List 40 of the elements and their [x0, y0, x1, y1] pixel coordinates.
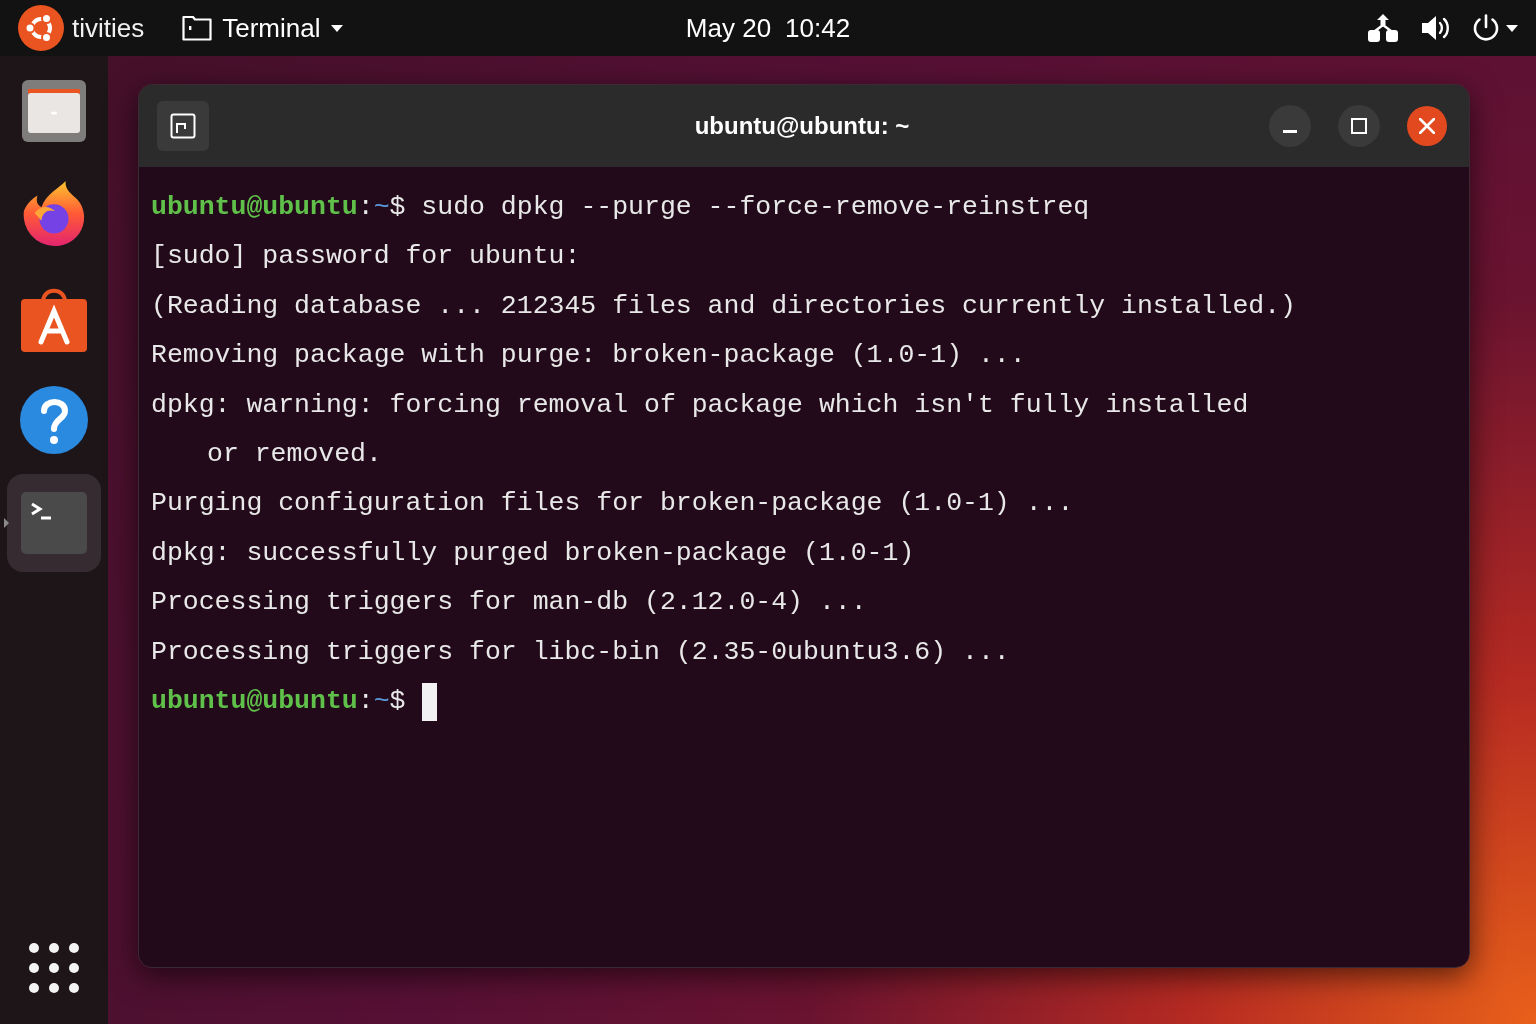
folder-outline-icon — [182, 15, 213, 41]
close-button[interactable] — [1407, 106, 1447, 146]
system-menu-button[interactable] — [1472, 14, 1518, 42]
prompt-text: ubuntu@ubuntu:~$ — [151, 685, 406, 719]
output-line: Processing triggers for man-db (2.12.0-4) ... — [151, 586, 867, 620]
running-indicator-icon — [4, 518, 9, 528]
output-line: (Reading database ... 212345 files and directories currently installed.) — [151, 289, 1296, 323]
terminal-icon — [21, 492, 87, 554]
output-line: dpkg: successfully purged broken-package (1.0-1) — [151, 536, 915, 570]
square-corner-icon — [170, 113, 196, 139]
output-line: Purging configuration files for broken-package (1.0-1) ... — [151, 487, 1074, 521]
power-icon — [1472, 14, 1500, 42]
network-icon — [1368, 14, 1398, 42]
help-icon — [20, 386, 88, 454]
app-menu-button[interactable]: Terminal — [182, 15, 343, 41]
header-button[interactable] — [157, 101, 209, 151]
minimize-icon — [1283, 129, 1297, 133]
output-line: Processing triggers for libc-bin (2.35-0ubuntu3.6) ... — [151, 635, 1010, 669]
folder-icon — [22, 80, 86, 142]
show-apps-button[interactable] — [26, 940, 82, 996]
grid-icon — [29, 943, 79, 993]
clock-time: 10:42 — [785, 15, 851, 41]
minimize-button[interactable] — [1269, 105, 1311, 147]
fox-globe-icon — [21, 179, 87, 249]
output-line: dpkg: warning: forcing removal of package which isn't fully installed — [151, 388, 1249, 422]
clock[interactable]: May 20 10:42 — [685, 15, 851, 41]
caret-icon — [1506, 24, 1518, 32]
volume-icon — [1422, 15, 1450, 41]
maximize-button[interactable] — [1338, 105, 1380, 147]
window-title: ubuntu@ubuntu: ~ — [694, 111, 910, 141]
logo-icon — [18, 5, 64, 51]
maximize-icon — [1351, 118, 1367, 134]
activities-button[interactable]: tivities — [72, 15, 145, 41]
close-icon — [1419, 118, 1435, 134]
command-line: ubuntu@ubuntu:~$ sudo dpkg --purge --force-remove-reinstreq — [151, 191, 1090, 224]
output-line: or removed. — [207, 438, 382, 471]
output-line: [sudo] password for ubuntu: — [151, 240, 581, 274]
output-line: Removing package with purge: broken-package (1.0-1) ... — [151, 339, 1026, 373]
clock-date: May 20 — [685, 15, 772, 41]
caret-icon — [330, 24, 343, 32]
